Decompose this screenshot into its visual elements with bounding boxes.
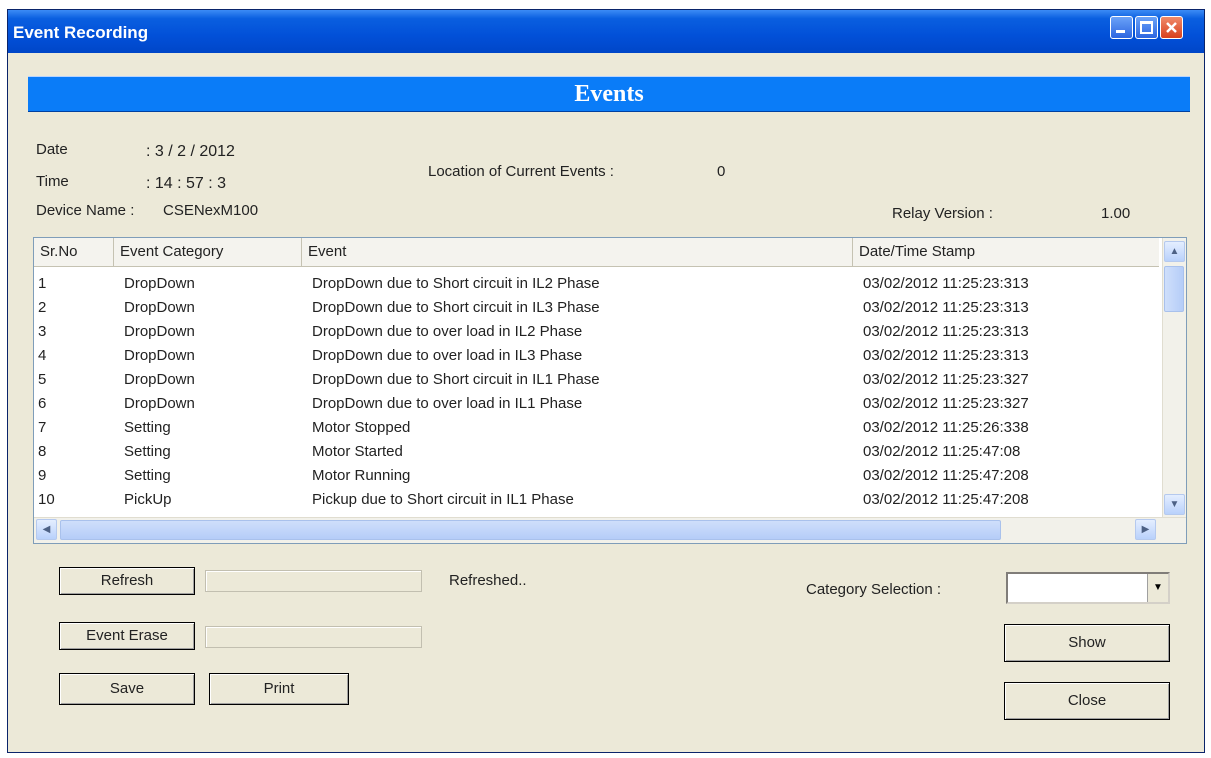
date-label: Date <box>36 141 68 158</box>
cell-event: DropDown due to over load in IL3 Phase <box>312 347 583 364</box>
scroll-left-icon[interactable]: ◀ <box>36 519 57 540</box>
cell-category: DropDown <box>124 347 195 364</box>
refresh-status-text: Refreshed.. <box>449 572 527 589</box>
relay-version-value: 1.00 <box>1101 205 1131 222</box>
cell-event: DropDown due to over load in IL1 Phase <box>312 395 583 412</box>
cell-srno: 9 <box>38 467 47 484</box>
table-row[interactable]: 1 DropDown DropDown due to Short circuit… <box>34 272 1159 296</box>
date-value: : 3 / 2 / 2012 <box>146 143 235 160</box>
cell-timestamp: 03/02/2012 11:25:23:327 <box>863 395 1029 412</box>
cell-srno: 6 <box>38 395 47 412</box>
close-icon[interactable] <box>1160 16 1183 39</box>
window-title: Event Recording <box>13 23 149 42</box>
cell-category: DropDown <box>124 275 195 292</box>
banner-title: Events <box>574 81 644 107</box>
table-row[interactable]: 3 DropDown DropDown due to over load in … <box>34 320 1159 344</box>
cell-event: DropDown due to Short circuit in IL3 Pha… <box>312 299 600 316</box>
cell-event: DropDown due to Short circuit in IL1 Pha… <box>312 371 600 388</box>
cell-event: Motor Stopped <box>312 419 411 436</box>
cell-event: DropDown due to over load in IL2 Phase <box>312 323 583 340</box>
time-label: Time <box>36 173 69 190</box>
horizontal-scroll-thumb[interactable] <box>60 520 1001 540</box>
events-table[interactable]: Sr.No Event Category Event Date/Time Sta… <box>33 237 1187 544</box>
table-row[interactable]: 8 Setting Motor Started 03/02/2012 11:25… <box>34 440 1159 464</box>
column-header-event[interactable]: Event <box>302 238 853 266</box>
cell-category: DropDown <box>124 323 195 340</box>
vertical-scroll-thumb[interactable] <box>1164 266 1184 312</box>
table-row[interactable]: 4 DropDown DropDown due to over load in … <box>34 344 1159 368</box>
cell-event: DropDown due to Short circuit in IL2 Pha… <box>312 275 600 292</box>
time-value: : 14 : 57 : 3 <box>146 175 227 192</box>
cell-srno: 8 <box>38 443 47 460</box>
table-row[interactable]: 9 Setting Motor Running 03/02/2012 11:25… <box>34 464 1159 488</box>
table-row[interactable]: 6 DropDown DropDown due to over load in … <box>34 392 1159 416</box>
horizontal-scrollbar[interactable]: ◀ ▶ <box>34 517 1186 543</box>
table-row[interactable]: 2 DropDown DropDown due to Short circuit… <box>34 296 1159 320</box>
maximize-icon[interactable] <box>1135 16 1158 39</box>
relay-version-label: Relay Version : <box>892 205 993 222</box>
cell-timestamp: 03/02/2012 11:25:26:338 <box>863 419 1029 436</box>
device-name-label: Device Name : <box>36 202 135 219</box>
table-row[interactable]: 10 PickUp Pickup due to Short circuit in… <box>34 488 1159 512</box>
cell-timestamp: 03/02/2012 11:25:47:208 <box>863 467 1029 484</box>
events-banner: Events <box>28 76 1190 112</box>
cell-category: Setting <box>124 467 171 484</box>
refresh-progress-bar <box>205 570 422 592</box>
event-recording-window: Event Recording Events Date : 3 / 2 / 20… <box>7 9 1205 753</box>
cell-timestamp: 03/02/2012 11:25:47:208 <box>863 491 1029 508</box>
cell-timestamp: 03/02/2012 11:25:23:313 <box>863 347 1029 364</box>
device-name-value: CSENexM100 <box>163 202 259 219</box>
column-header-srno[interactable]: Sr.No <box>34 238 114 266</box>
cell-category: PickUp <box>124 491 172 508</box>
scroll-right-icon[interactable]: ▶ <box>1135 519 1156 540</box>
scroll-up-icon[interactable]: ▲ <box>1164 241 1185 262</box>
title-bar[interactable]: Event Recording <box>8 10 1204 53</box>
column-header-category[interactable]: Event Category <box>114 238 302 266</box>
print-button[interactable]: Print <box>209 673 349 705</box>
cell-timestamp: 03/02/2012 11:25:47:08 <box>863 443 1021 460</box>
cell-srno: 4 <box>38 347 47 364</box>
cell-event: Pickup due to Short circuit in IL1 Phase <box>312 491 574 508</box>
location-label: Location of Current Events : <box>428 163 614 180</box>
cell-event: Motor Started <box>312 443 403 460</box>
cell-timestamp: 03/02/2012 11:25:23:313 <box>863 275 1029 292</box>
vertical-scrollbar[interactable]: ▲ ▼ <box>1162 238 1186 518</box>
cell-timestamp: 03/02/2012 11:25:23:313 <box>863 299 1029 316</box>
cell-timestamp: 03/02/2012 11:25:23:327 <box>863 371 1029 388</box>
cell-category: DropDown <box>124 299 195 316</box>
erase-progress-bar <box>205 626 422 648</box>
scroll-down-icon[interactable]: ▼ <box>1164 494 1185 515</box>
event-erase-button[interactable]: Event Erase <box>59 622 195 650</box>
show-button[interactable]: Show <box>1004 624 1170 662</box>
cell-srno: 10 <box>38 491 55 508</box>
minimize-icon[interactable] <box>1110 16 1133 39</box>
save-button[interactable]: Save <box>59 673 195 705</box>
location-value: 0 <box>717 163 726 180</box>
cell-srno: 1 <box>38 275 47 292</box>
cell-category: DropDown <box>124 371 195 388</box>
cell-srno: 5 <box>38 371 47 388</box>
table-row[interactable]: 7 Setting Motor Stopped 03/02/2012 11:25… <box>34 416 1159 440</box>
close-x-glyph <box>1166 22 1177 33</box>
cell-srno: 3 <box>38 323 47 340</box>
cell-timestamp: 03/02/2012 11:25:23:313 <box>863 323 1029 340</box>
cell-event: Motor Running <box>312 467 411 484</box>
table-row[interactable]: 5 DropDown DropDown due to Short circuit… <box>34 368 1159 392</box>
dropdown-arrow-icon[interactable]: ▼ <box>1147 574 1168 602</box>
cell-category: DropDown <box>124 395 195 412</box>
cell-category: Setting <box>124 419 171 436</box>
close-button[interactable]: Close <box>1004 682 1170 720</box>
refresh-button[interactable]: Refresh <box>59 567 195 595</box>
table-header: Sr.No Event Category Event Date/Time Sta… <box>34 238 1159 267</box>
category-selection-label: Category Selection : <box>806 581 942 598</box>
cell-srno: 2 <box>38 299 47 316</box>
cell-srno: 7 <box>38 419 47 436</box>
column-header-timestamp[interactable]: Date/Time Stamp <box>853 238 1159 266</box>
category-selection-dropdown[interactable]: ▼ <box>1006 572 1170 604</box>
cell-category: Setting <box>124 443 171 460</box>
